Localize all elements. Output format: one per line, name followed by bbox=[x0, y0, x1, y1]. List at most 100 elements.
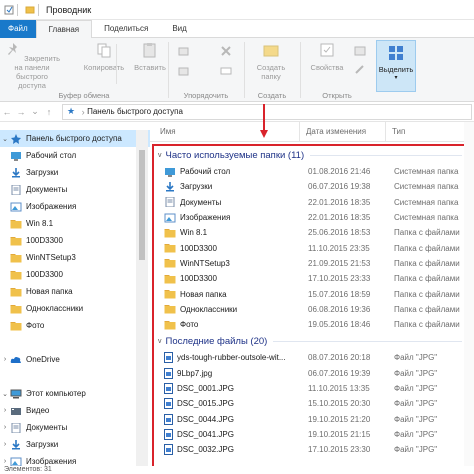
file-row[interactable]: DSC_0001.JPG 11.10.2015 13:35 Файл "JPG" bbox=[154, 381, 466, 396]
nav-item[interactable]: ⌄ Этот компьютер bbox=[0, 385, 150, 402]
item-type: Файл "JPG" bbox=[394, 414, 438, 424]
folder-name-cell: Рабочий стол bbox=[154, 167, 304, 177]
edit-icon[interactable] bbox=[353, 62, 367, 76]
folder-icon[interactable] bbox=[25, 5, 35, 15]
nav-item[interactable]: Загрузки📌 bbox=[0, 164, 150, 181]
date-modified: 19.10.2015 21:15 bbox=[308, 429, 371, 439]
image-file-icon bbox=[164, 383, 173, 394]
nav-item[interactable]: Новая папка bbox=[0, 283, 150, 300]
nav-item[interactable]: Фото bbox=[0, 317, 150, 334]
nav-scrollbar[interactable] bbox=[136, 130, 148, 470]
folder-name: Фото bbox=[180, 320, 199, 330]
column-name[interactable]: Имя bbox=[150, 122, 300, 142]
delete-icon[interactable] bbox=[219, 44, 233, 58]
file-row[interactable]: DSC_0032.JPG 17.10.2015 23:30 Файл "JPG" bbox=[154, 442, 466, 457]
move-icon[interactable] bbox=[177, 44, 191, 58]
folder-row[interactable]: Фото 19.05.2016 18:46 Папка с файлами bbox=[154, 317, 466, 332]
nav-item[interactable]: › Видео bbox=[0, 402, 150, 419]
select-button[interactable]: Выделить ▾ bbox=[376, 40, 416, 92]
properties-button[interactable]: Свойства bbox=[303, 41, 351, 72]
folder-icon bbox=[164, 290, 176, 299]
frequent-folders-header[interactable]: v Часто используемые папки (11) bbox=[154, 146, 466, 164]
chevron-right-icon[interactable]: › bbox=[0, 407, 10, 414]
copy-to-icon[interactable] bbox=[177, 64, 191, 78]
item-type: Системная папка bbox=[394, 197, 459, 207]
folder-row[interactable]: Рабочий стол 01.08.2016 21:46 Системная па… bbox=[154, 164, 466, 179]
file-row[interactable]: DSC_0015.JPG 15.10.2015 20:30 Файл "JPG" bbox=[154, 396, 466, 411]
nav-item[interactable]: Одноклассники bbox=[0, 300, 150, 317]
folder-row[interactable]: Win 8.1 25.06.2016 18:53 Папка с файлами bbox=[154, 225, 466, 240]
column-date[interactable]: Дата изменения bbox=[300, 122, 386, 142]
chevron-down-icon[interactable]: ⌄ bbox=[0, 135, 10, 143]
folder-row[interactable]: Изображения 22.01.2016 18:35 Системная пап… bbox=[154, 210, 466, 225]
date-modified: 19.10.2015 21:20 bbox=[308, 414, 371, 424]
folder-row[interactable]: WinNTSetup3 21.09.2015 21:53 Папка с файла… bbox=[154, 256, 466, 271]
nav-item[interactable]: › Изображения bbox=[0, 453, 150, 466]
date-modified: 15.10.2015 20:30 bbox=[308, 399, 371, 409]
date-modified: 06.07.2016 19:39 bbox=[308, 368, 371, 378]
chevron-right-icon[interactable]: › bbox=[0, 356, 10, 363]
highlight-frame: v Часто используемые папки (11) Рабочий … bbox=[152, 144, 468, 472]
folder-row[interactable]: 100D3300 11.10.2015 23:35 Папка с файлами bbox=[154, 240, 466, 255]
chevron-down-icon[interactable]: ⌄ bbox=[0, 390, 10, 398]
folder-icon bbox=[164, 305, 176, 314]
file-name-cell: DSC_0032.JPG bbox=[154, 444, 304, 456]
chevron-right-icon[interactable]: › bbox=[0, 424, 10, 431]
file-row[interactable]: DSC_0044.JPG 19.10.2015 21:20 Файл "JPG" bbox=[154, 411, 466, 426]
new-folder-button[interactable]: Создать папку bbox=[247, 41, 295, 81]
folder-name: Загрузки bbox=[180, 182, 213, 192]
navigation-pane: ⌄Панель быстрого доступаРабочий стол📌Заг… bbox=[0, 130, 150, 466]
chevron-right-icon[interactable]: › bbox=[0, 458, 10, 465]
tab-share[interactable]: Поделиться bbox=[92, 20, 160, 38]
nav-item[interactable]: Изображения📌 bbox=[0, 198, 150, 215]
rename-icon[interactable] bbox=[219, 64, 233, 78]
image-file-icon bbox=[164, 444, 173, 456]
file-name-cell: DSC_0015.JPG bbox=[154, 398, 304, 410]
nav-item[interactable]: Win 8.1📌 bbox=[0, 215, 150, 232]
folder-row[interactable]: Загрузки 06.07.2016 19:38 Системная папка bbox=[154, 179, 466, 194]
nav-item[interactable]: 100D3300 bbox=[0, 266, 150, 283]
folder-row[interactable]: Документы 22.01.2016 18:35 Системная папка bbox=[154, 195, 466, 210]
file-row[interactable]: yds-tough-rubber-outsole-wit... 08.07.201… bbox=[154, 350, 466, 365]
pin-quick-access-button[interactable]: Закрепить на панели быстрого доступа bbox=[4, 41, 60, 90]
tab-file[interactable]: Файл bbox=[0, 20, 36, 38]
paste-button[interactable]: Вставить bbox=[126, 41, 174, 72]
up-arrow-icon[interactable]: ↑ bbox=[42, 107, 56, 117]
back-arrow-icon[interactable]: ← bbox=[0, 107, 14, 117]
open-icon[interactable] bbox=[353, 44, 367, 58]
create-group-label: Создать bbox=[257, 91, 287, 100]
recent-chevron-icon[interactable]: ⌄ bbox=[28, 106, 42, 117]
content-scrollbar[interactable] bbox=[464, 122, 474, 474]
file-name-cell: DSC_0041.JPG bbox=[154, 428, 304, 440]
nav-item[interactable]: 100D3300📌 bbox=[0, 232, 150, 249]
nav-item[interactable]: › Документы bbox=[0, 419, 150, 436]
file-list: Имя Дата изменения Тип v Часто используе… bbox=[150, 122, 474, 474]
folder-row[interactable]: 100D3300 17.10.2015 23:33 Папка с файлами bbox=[154, 271, 466, 286]
file-row[interactable]: 9Lbp7.jpg 06.07.2016 19:39 Файл "JPG" bbox=[154, 366, 466, 381]
file-name: DSC_0044.JPG bbox=[177, 414, 234, 424]
properties-icon[interactable] bbox=[4, 5, 14, 15]
tab-home[interactable]: Главная bbox=[35, 20, 93, 39]
nav-scrollbar-thumb[interactable] bbox=[139, 150, 145, 260]
nav-item[interactable]: WinNTSetup3📌 bbox=[0, 249, 150, 266]
tab-view[interactable]: Вид bbox=[160, 20, 198, 38]
nav-item[interactable]: Документы📌 bbox=[0, 181, 150, 198]
file-row[interactable]: DSC_0041.JPG 19.10.2015 21:15 Файл "JPG" bbox=[154, 427, 466, 442]
item-type: Файл "JPG" bbox=[394, 429, 438, 439]
copy-button[interactable]: Копировать bbox=[80, 41, 128, 72]
nav-item[interactable]: › OneDrive bbox=[0, 351, 150, 368]
chevron-right-icon[interactable]: › bbox=[0, 441, 10, 448]
nav-item[interactable]: Рабочий стол📌 bbox=[0, 147, 150, 164]
folder-row[interactable]: Одноклассники 06.08.2016 19:36 Папка с фай… bbox=[154, 302, 466, 317]
column-type[interactable]: Тип bbox=[386, 122, 405, 142]
folder-row[interactable]: Новая папка 15.07.2016 18:59 Папка с файла… bbox=[154, 286, 466, 301]
recent-files-header[interactable]: v Последние файлы (20) bbox=[154, 332, 466, 350]
nav-item-label: Одноклассники bbox=[26, 304, 84, 313]
nav-item[interactable]: › Загрузки bbox=[0, 436, 150, 453]
date-modified: 22.01.2016 18:35 bbox=[308, 213, 371, 223]
nav-item[interactable]: ⌄ Панель быстрого доступа bbox=[0, 130, 150, 147]
nav-item-label: WinNTSetup3 bbox=[26, 253, 76, 262]
file-name: DSC_0001.JPG bbox=[177, 384, 234, 393]
forward-arrow-icon[interactable]: → bbox=[14, 107, 28, 117]
